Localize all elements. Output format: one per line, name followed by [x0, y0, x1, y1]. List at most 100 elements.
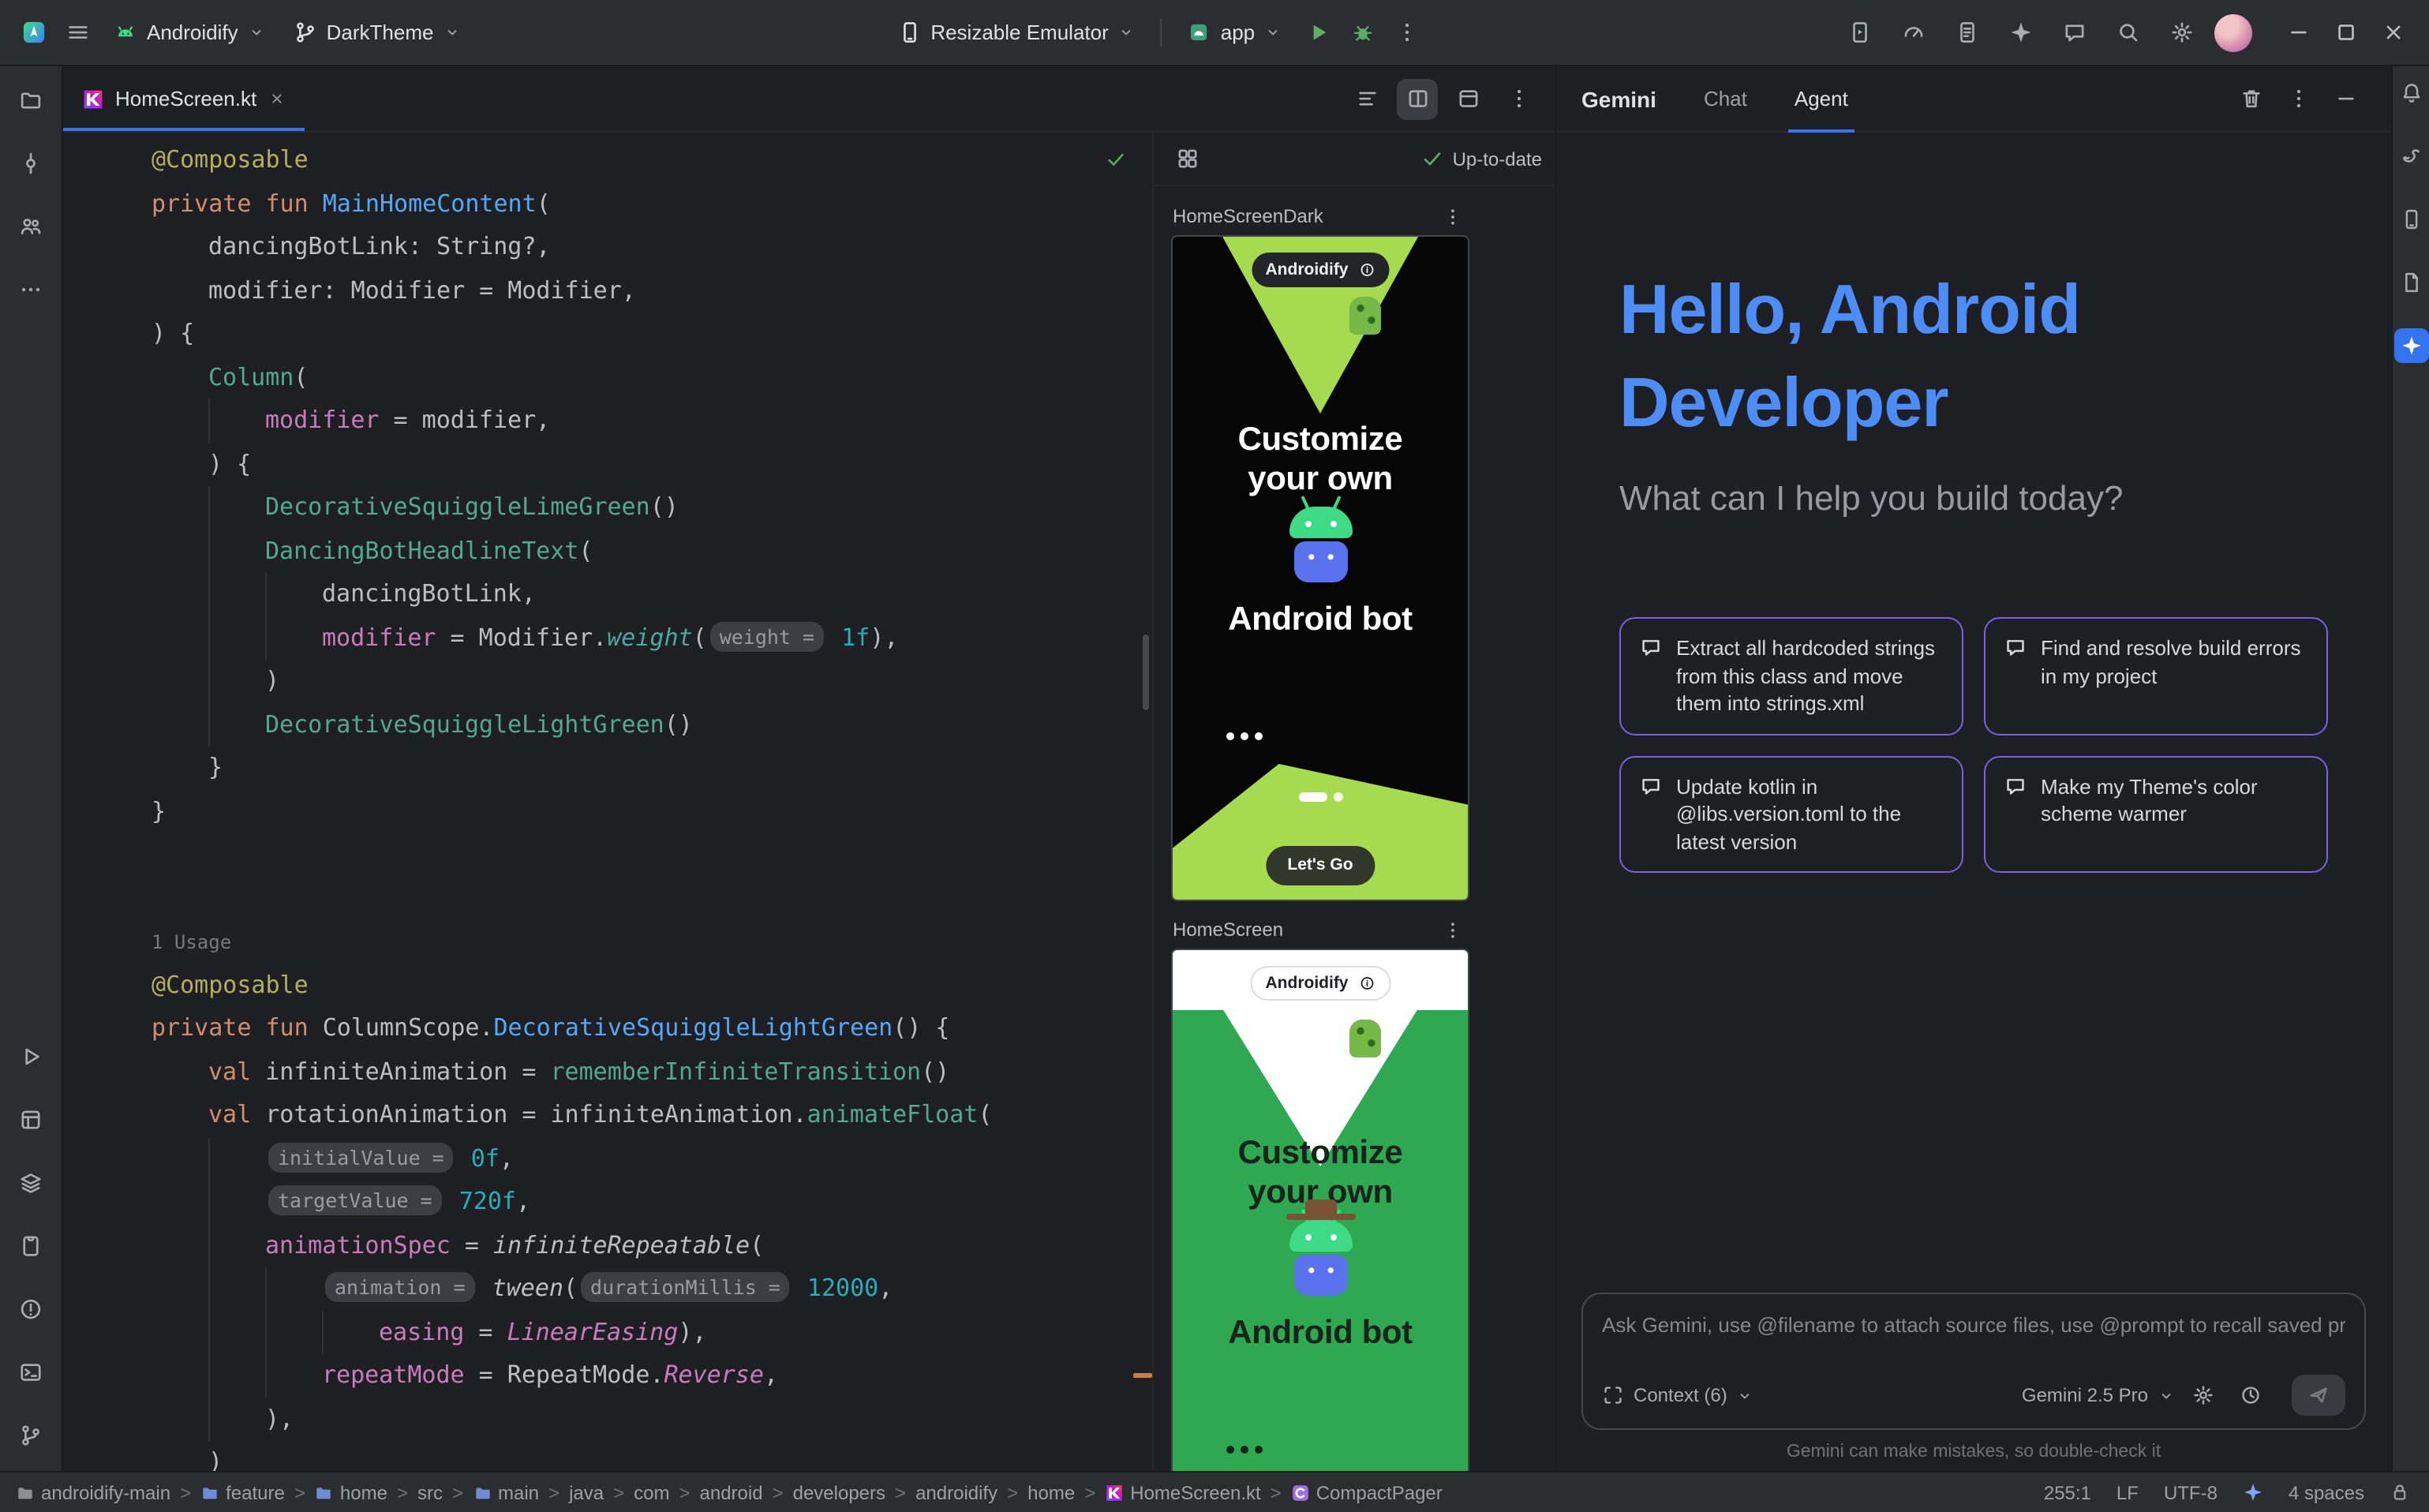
preview-gallery-button[interactable]: [1166, 138, 1207, 179]
code-line[interactable]: DecorativeSquiggleLightGreen(): [152, 703, 1152, 747]
notifications-button[interactable]: [2393, 76, 2428, 110]
services-tool-window-button[interactable]: [7, 1095, 54, 1143]
code-line[interactable]: DancingBotHeadlineText(: [152, 530, 1152, 573]
breadcrumb-androidify[interactable]: androidify: [915, 1481, 997, 1503]
device-manager-tool-window-button[interactable]: [2393, 202, 2428, 237]
code-line[interactable]: ) {: [152, 443, 1152, 486]
code-line[interactable]: }: [152, 790, 1152, 833]
breadcrumb-java[interactable]: java: [569, 1481, 604, 1503]
code-line[interactable]: ) {: [152, 313, 1152, 356]
code-line[interactable]: animationSpec = infiniteRepeatable(: [152, 1224, 1152, 1267]
ai-status-icon[interactable]: [2243, 1482, 2263, 1503]
line-separator[interactable]: LF: [2116, 1481, 2139, 1503]
code-line[interactable]: DecorativeSquiggleLimeGreen(): [152, 486, 1152, 530]
running-devices-tool-window-button[interactable]: [7, 1222, 54, 1269]
breadcrumb-androidify-main[interactable]: androidify-main: [16, 1481, 170, 1503]
minimize-window-button[interactable]: [2274, 9, 2322, 56]
editor-scrollbar-thumb[interactable]: [1143, 634, 1149, 710]
editor-options-button[interactable]: [1498, 78, 1539, 119]
breadcrumb-com[interactable]: com: [634, 1481, 669, 1503]
tab-chat[interactable]: Chat: [1697, 66, 1753, 132]
code-line[interactable]: modifier: Modifier = Modifier,: [152, 269, 1152, 313]
code-line[interactable]: modifier = Modifier.weight(weight = 1f),: [152, 616, 1152, 660]
code-line[interactable]: ): [152, 660, 1152, 703]
app-insights-tool-window-button[interactable]: [2393, 265, 2428, 300]
vcs-branch-selector[interactable]: DarkTheme: [281, 13, 473, 52]
breadcrumb-developers[interactable]: developers: [793, 1481, 885, 1503]
suggestion-card-theme[interactable]: Make my Theme's color scheme warmer: [1984, 755, 2328, 873]
hide-panel-button[interactable]: [2325, 78, 2366, 119]
project-tool-window-button[interactable]: [7, 76, 54, 123]
clear-chat-button[interactable]: [2230, 78, 2271, 119]
code-line[interactable]: dancingBotLink,: [152, 573, 1152, 616]
feedback-button[interactable]: [2053, 12, 2094, 53]
tab-agent[interactable]: Agent: [1788, 66, 1854, 132]
breadcrumb-android[interactable]: android: [700, 1481, 763, 1503]
code-line[interactable]: 1 Usage: [152, 920, 1152, 964]
model-dropdown[interactable]: Gemini 2.5 Pro: [2022, 1384, 2148, 1406]
gradle-tool-window-button[interactable]: [2393, 139, 2428, 174]
code-line[interactable]: initialValue = 0f,: [152, 1137, 1152, 1181]
code-line[interactable]: @Composable: [152, 139, 1152, 182]
close-tab-icon[interactable]: [268, 90, 285, 107]
send-button[interactable]: [2292, 1375, 2345, 1416]
debug-button[interactable]: [1342, 12, 1383, 53]
device-selector[interactable]: Resizable Emulator: [885, 13, 1147, 52]
context-dropdown[interactable]: Context (6): [1634, 1384, 1727, 1406]
user-avatar[interactable]: [2214, 13, 2252, 51]
gemini-more-button[interactable]: [2277, 78, 2319, 119]
preview-render-homescreendark[interactable]: Androidify Customize your own: [1173, 237, 1468, 900]
gemini-settings-button[interactable]: [2184, 1376, 2222, 1414]
suggestion-card-update-kotlin[interactable]: Update kotlin in @libs.version.toml to t…: [1619, 755, 1963, 873]
breadcrumb-home[interactable]: home: [315, 1481, 387, 1503]
run-button[interactable]: [1297, 12, 1338, 53]
code-line[interactable]: repeatMode = RepeatMode.Reverse,: [152, 1354, 1152, 1398]
suggestion-card-build-errors[interactable]: Find and resolve build errors in my proj…: [1984, 617, 2328, 735]
code-line[interactable]: [152, 877, 1152, 920]
caret-position[interactable]: 255:1: [2044, 1481, 2091, 1503]
code-line[interactable]: private fun ColumnScope.DecorativeSquigg…: [152, 1007, 1152, 1050]
design-view-toggle[interactable]: [1447, 78, 1488, 119]
suggestion-card-strings[interactable]: Extract all hardcoded strings from this …: [1619, 617, 1963, 735]
code-line[interactable]: modifier = modifier,: [152, 399, 1152, 443]
code-line[interactable]: dancingBotLink: String?,: [152, 226, 1152, 269]
terminal-tool-window-button[interactable]: [7, 1348, 54, 1395]
settings-button[interactable]: [2161, 12, 2202, 53]
breadcrumb-home[interactable]: home: [1027, 1481, 1075, 1503]
code-line[interactable]: @Composable: [152, 964, 1152, 1007]
run-configuration-selector[interactable]: app: [1175, 13, 1294, 52]
preview-options-button[interactable]: [1436, 200, 1468, 232]
pull-requests-tool-window-button[interactable]: [7, 202, 54, 249]
code-editor-pane[interactable]: @Composableprivate fun MainHomeContent(d…: [63, 133, 1152, 1471]
build-variants-tool-window-button[interactable]: [7, 1158, 54, 1206]
breadcrumb-HomeScreen.kt[interactable]: HomeScreen.kt: [1105, 1481, 1260, 1503]
version-control-tool-window-button[interactable]: [7, 1411, 54, 1458]
close-window-button[interactable]: [2369, 9, 2416, 56]
problems-tool-window-button[interactable]: [7, 1285, 54, 1332]
main-menu-button[interactable]: [57, 12, 98, 53]
preview-options-button[interactable]: [1436, 914, 1468, 945]
code-line[interactable]: ),: [152, 1398, 1152, 1441]
code-editor[interactable]: @Composableprivate fun MainHomeContent(d…: [152, 139, 1152, 1471]
code-line[interactable]: private fun MainHomeContent(: [152, 182, 1152, 226]
gemini-prompt-box[interactable]: Ask Gemini, use @filename to attach sour…: [1581, 1293, 2366, 1430]
logcat-button[interactable]: [1946, 12, 1987, 53]
more-run-actions-button[interactable]: [1386, 12, 1427, 53]
run-tool-window-button[interactable]: [7, 1032, 54, 1080]
gemini-toolbar-button[interactable]: [2000, 12, 2041, 53]
code-view-toggle[interactable]: [1346, 78, 1387, 119]
tab-homescreen-kt[interactable]: HomeScreen.kt: [63, 66, 304, 131]
running-devices-button[interactable]: [1839, 12, 1880, 53]
split-view-toggle[interactable]: [1397, 78, 1438, 119]
code-line[interactable]: val infiniteAnimation = rememberInfinite…: [152, 1050, 1152, 1094]
more-tool-windows-button[interactable]: [7, 265, 54, 313]
code-line[interactable]: animation = tween(durationMillis = 12000…: [152, 1267, 1152, 1311]
code-line[interactable]: val rotationAnimation = infiniteAnimatio…: [152, 1094, 1152, 1137]
commit-tool-window-button[interactable]: [7, 139, 54, 186]
breadcrumb-feature[interactable]: feature: [200, 1481, 285, 1503]
code-line[interactable]: ): [152, 1441, 1152, 1471]
code-line[interactable]: }: [152, 747, 1152, 790]
gemini-tool-window-button[interactable]: [2393, 328, 2428, 363]
project-selector[interactable]: Androidify: [101, 13, 278, 52]
inspections-status-icon[interactable]: [1105, 148, 1127, 170]
